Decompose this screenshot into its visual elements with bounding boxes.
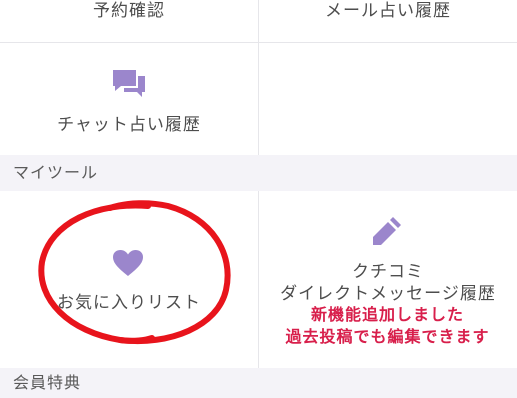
red-circle-annotation (38, 200, 231, 344)
